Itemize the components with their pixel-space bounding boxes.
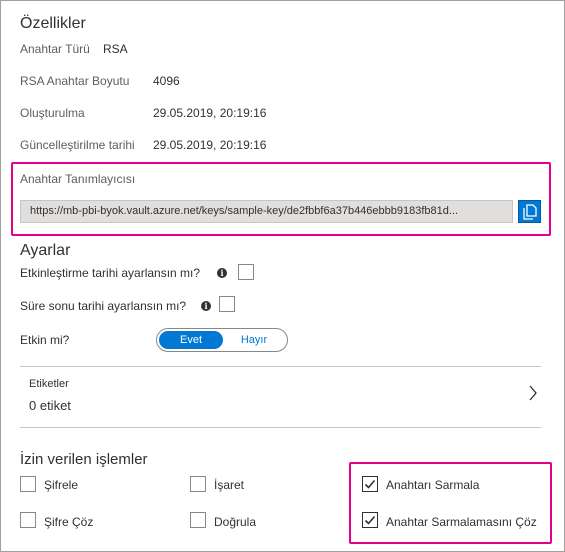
wrap-key-checkbox[interactable]	[362, 476, 378, 492]
sign-checkbox[interactable]	[190, 476, 206, 492]
created-label: Oluşturulma	[20, 106, 85, 120]
checkmark-icon	[364, 479, 376, 489]
expiry-date-checkbox[interactable]	[219, 296, 235, 312]
updated-label: Güncelleştirilme tarihi	[20, 138, 135, 152]
enabled-toggle[interactable]: Evet Hayır	[156, 328, 288, 352]
verify-label: Doğrula	[214, 515, 257, 529]
key-identifier-label: Anahtar Tanımlayıcısı	[20, 172, 136, 186]
wrap-operations-highlight	[349, 462, 552, 544]
activation-date-checkbox[interactable]	[238, 264, 254, 280]
expiry-date-label: Süre sonu tarihi ayarlansın mı?	[20, 299, 187, 313]
checkmark-icon	[364, 515, 376, 525]
tags-row[interactable]: Etiketler 0 etiket	[20, 366, 541, 428]
decrypt-label: Şifre Çöz	[44, 515, 94, 529]
activation-date-label: Etkinleştirme tarihi ayarlansın mı?	[20, 266, 201, 280]
copy-icon	[523, 204, 537, 225]
created-value: 29.05.2019, 20:19:16	[153, 106, 267, 120]
unwrap-key-checkbox[interactable]	[362, 512, 378, 528]
key-type-value: RSA	[103, 42, 128, 56]
tags-label: Etiketler	[29, 378, 69, 390]
key-type-label: Anahtar Türü	[20, 42, 90, 56]
verify-checkbox[interactable]	[190, 512, 206, 528]
info-icon[interactable]: i	[201, 301, 211, 311]
updated-value: 29.05.2019, 20:19:16	[153, 138, 267, 152]
sign-label: İşaret	[214, 478, 245, 492]
info-icon[interactable]: i	[217, 268, 227, 278]
enabled-label: Etkin mi?	[20, 333, 70, 347]
key-identifier-field[interactable]: https://mb-pbi-byok.vault.azure.net/keys…	[20, 200, 513, 223]
decrypt-checkbox[interactable]	[20, 512, 36, 528]
permitted-operations-title: İzin verilen işlemler	[20, 451, 148, 468]
rsa-key-size-value: 4096	[153, 74, 180, 88]
chevron-right-icon	[528, 385, 538, 406]
enabled-no-option[interactable]: Hayır	[223, 331, 285, 349]
enabled-yes-option[interactable]: Evet	[159, 331, 223, 349]
rsa-key-size-label: RSA Anahtar Boyutu	[20, 74, 130, 88]
encrypt-label: Şifrele	[44, 478, 79, 492]
unwrap-key-label: Anahtar Sarmalamasını Çöz	[386, 515, 537, 529]
encrypt-checkbox[interactable]	[20, 476, 36, 492]
wrap-key-label: Anahtarı Sarmala	[386, 478, 480, 492]
settings-title: Ayarlar	[20, 242, 71, 259]
tags-value: 0 etiket	[29, 398, 71, 413]
copy-button[interactable]	[518, 200, 541, 223]
properties-title: Özellikler	[20, 15, 86, 32]
